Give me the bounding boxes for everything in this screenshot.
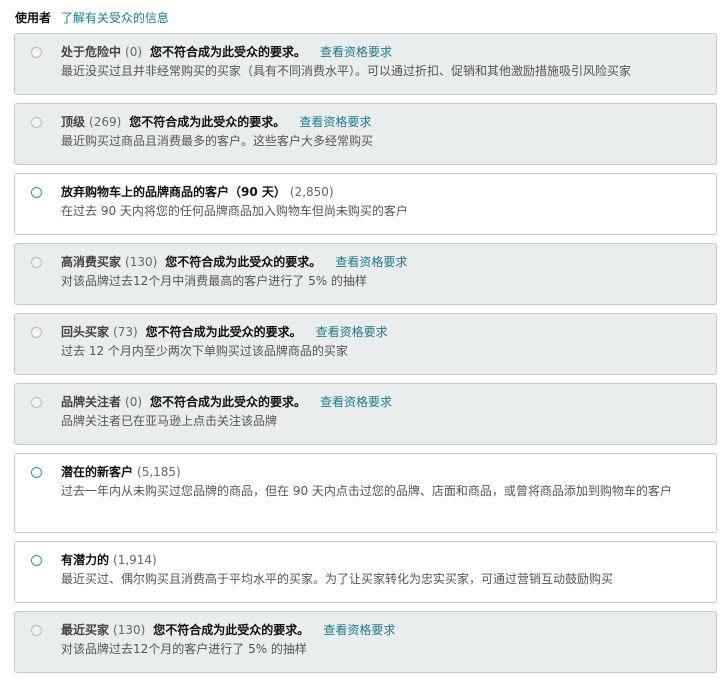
audience-option-card[interactable]: 放弃购物车上的品牌商品的客户（90 天） (2,850) 在过去 90 天内将您的任… [14, 173, 717, 235]
ineligible-warning: 您不符合成为此受众的要求。 [129, 115, 286, 129]
view-eligibility-link[interactable]: 查看资格要求 [320, 45, 392, 59]
view-eligibility-link[interactable]: 查看资格要求 [299, 115, 371, 129]
audience-option-count: (0) [125, 395, 143, 409]
audience-option-title-row: 最近买家 (130) 您不符合成为此受众的要求。 查看资格要求 [61, 620, 395, 640]
used-by-label: 使用者 [15, 11, 52, 25]
audience-radio-button [31, 625, 42, 636]
audience-option-card: 品牌关注者 (0) 您不符合成为此受众的要求。 查看资格要求品牌关注者已在亚马逊上点击… [14, 383, 717, 445]
audience-option-card: 处于危险中 (0) 您不符合成为此受众的要求。 查看资格要求最近没买过且并非经常购买的… [14, 33, 717, 95]
view-eligibility-link[interactable]: 查看资格要求 [320, 395, 392, 409]
audience-radio-button[interactable] [31, 555, 42, 566]
audience-option-description: 对该品牌过去12个月中消费最高的客户进行了 5% 的抽样 [61, 274, 367, 288]
audience-option-name: 最近买家 [61, 623, 110, 637]
ineligible-warning: 您不符合成为此受众的要求。 [150, 395, 307, 409]
ineligible-warning: 您不符合成为此受众的要求。 [150, 45, 307, 59]
audience-option-name: 高消费买家 [61, 255, 122, 269]
audience-option-title-row: 有潜力的 (1,914) [61, 550, 157, 570]
audience-radio-button [31, 397, 42, 408]
ineligible-warning: 您不符合成为此受众的要求。 [145, 325, 302, 339]
audience-option-count: (5,185) [137, 465, 181, 479]
audience-option-title-row: 处于危险中 (0) 您不符合成为此受众的要求。 查看资格要求 [61, 42, 392, 62]
audience-option-description: 品牌关注者已在亚马逊上点击关注该品牌 [61, 414, 278, 428]
view-eligibility-link[interactable]: 查看资格要求 [316, 325, 388, 339]
audience-option-card[interactable]: 有潜力的 (1,914) 最近买过、偶尔购买且消费高于平均水平的买家。为了让买家转化… [14, 541, 717, 603]
audience-option-count: (130) [113, 623, 146, 637]
audience-option-card[interactable]: 潜在的新客户 (5,185) 过去一年内从未购买过您品牌的商品，但在 90 天内点击… [14, 453, 717, 533]
audience-option-title-row: 放弃购物车上的品牌商品的客户（90 天） (2,850) [61, 182, 334, 202]
view-eligibility-link[interactable]: 查看资格要求 [323, 623, 395, 637]
audience-radio-button[interactable] [31, 467, 42, 478]
audience-radio-button [31, 327, 42, 338]
audience-option-description: 对该品牌过去12个月的客户进行了 5% 的抽样 [61, 642, 307, 656]
audience-option-count: (269) [89, 115, 122, 129]
audience-option-count: (73) [113, 325, 138, 339]
audience-option-description: 最近购买过商品且消费最多的客户。这些客户大多经常购买 [61, 134, 374, 148]
view-eligibility-link[interactable]: 查看资格要求 [335, 255, 407, 269]
audience-option-count: (0) [125, 45, 143, 59]
audience-radio-button [31, 257, 42, 268]
audience-option-title-row: 顶级 (269) 您不符合成为此受众的要求。 查看资格要求 [61, 112, 371, 132]
audience-option-name: 顶级 [61, 115, 86, 129]
audience-option-description: 最近买过、偶尔购买且消费高于平均水平的买家。为了让买家转化为忠实买家，可通过营销… [61, 572, 614, 586]
audience-option-description: 过去一年内从未购买过您品牌的商品，但在 90 天内点击过您的品牌、店面和商品，或… [61, 484, 672, 498]
audience-option-name: 潜在的新客户 [61, 465, 134, 479]
audience-option-name: 放弃购物车上的品牌商品的客户（90 天） [61, 185, 286, 199]
audience-radio-button [31, 117, 42, 128]
audience-option-card: 回头买家 (73) 您不符合成为此受众的要求。 查看资格要求过去 12 个月内至少两次… [14, 313, 717, 375]
audience-option-name: 品牌关注者 [61, 395, 122, 409]
audience-option-title-row: 高消费买家 (130) 您不符合成为此受众的要求。 查看资格要求 [61, 252, 407, 272]
audience-option-count: (1,914) [113, 553, 157, 567]
audience-option-name: 处于危险中 [61, 45, 122, 59]
audience-option-name: 回头买家 [61, 325, 110, 339]
audience-option-count: (130) [125, 255, 158, 269]
audience-option-card: 高消费买家 (130) 您不符合成为此受众的要求。 查看资格要求对该品牌过去12个月中… [14, 243, 717, 305]
audience-option-count: (2,850) [289, 185, 334, 199]
audience-option-card: 最近买家 (130) 您不符合成为此受众的要求。 查看资格要求对该品牌过去12个月的客… [14, 611, 717, 673]
audience-option-description: 最近没买过且并非经常购买的买家（具有不同消费水平）。可以通过折扣、促销和其他激励… [61, 64, 632, 78]
ineligible-warning: 您不符合成为此受众的要求。 [153, 623, 310, 637]
audience-radio-button [31, 47, 42, 58]
ineligible-warning: 您不符合成为此受众的要求。 [165, 255, 322, 269]
audience-option-card: 顶级 (269) 您不符合成为此受众的要求。 查看资格要求最近购买过商品且消费最多的客… [14, 103, 717, 165]
audience-option-title-row: 潜在的新客户 (5,185) [61, 462, 181, 482]
audience-option-title-row: 回头买家 (73) 您不符合成为此受众的要求。 查看资格要求 [61, 322, 388, 342]
audience-radio-button[interactable] [31, 187, 42, 198]
audience-header: 使用者 了解有关受众的信息 [15, 9, 169, 27]
learn-about-audiences-link[interactable]: 了解有关受众的信息 [61, 11, 169, 25]
audience-option-title-row: 品牌关注者 (0) 您不符合成为此受众的要求。 查看资格要求 [61, 392, 392, 412]
audience-option-description: 过去 12 个月内至少两次下单购买过该品牌商品的买家 [61, 344, 348, 358]
audience-option-description: 在过去 90 天内将您的任何品牌商品加入购物车但尚未购买的客户 [61, 204, 408, 218]
audience-option-name: 有潜力的 [61, 553, 110, 567]
